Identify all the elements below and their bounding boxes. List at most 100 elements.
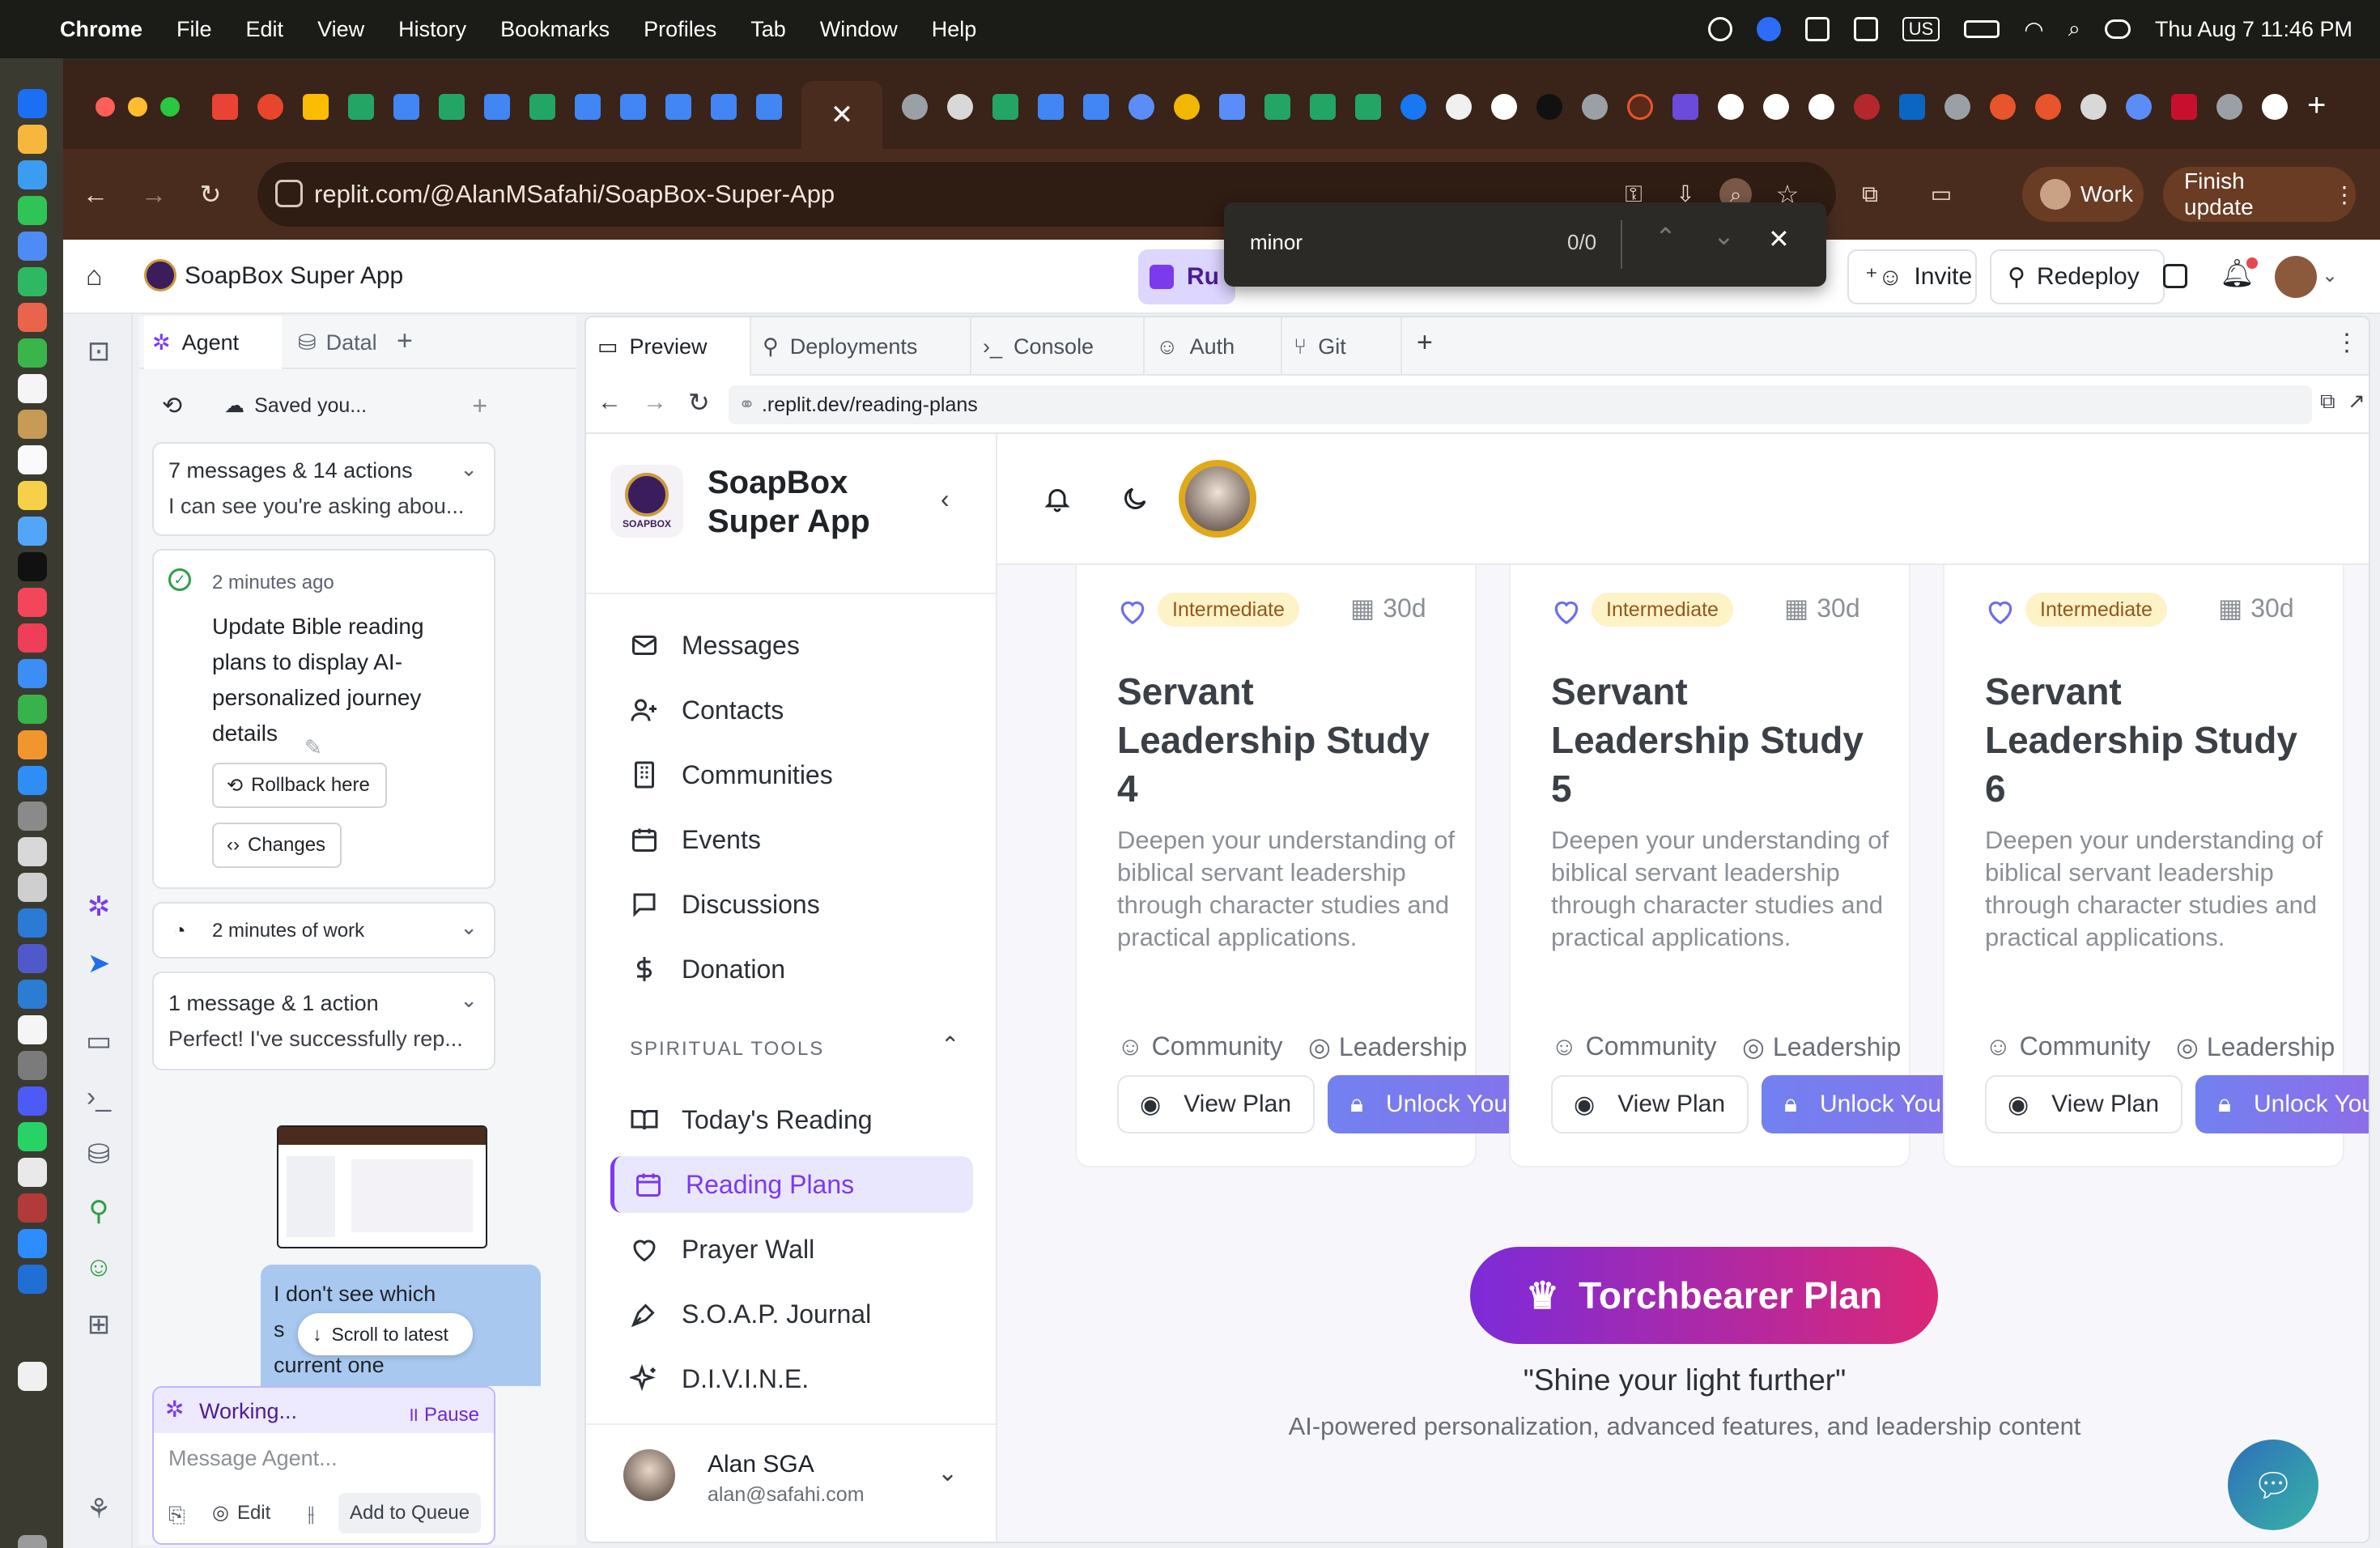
add-pane-tab-icon[interactable]: +	[1417, 327, 1433, 359]
all-tools-icon[interactable]: ⊞	[83, 1308, 115, 1341]
docs-tab-icon-7[interactable]	[756, 94, 782, 120]
status-icon-dollar[interactable]	[1707, 17, 1732, 41]
new-tab-icon[interactable]: +	[2307, 87, 2326, 124]
docs-tab-icon-6[interactable]	[711, 94, 737, 120]
tab-icon-globe-2[interactable]	[1582, 94, 1608, 120]
menu-help[interactable]: Help	[932, 17, 977, 42]
outlook-dock-icon[interactable]	[18, 908, 47, 938]
window-zoom-button[interactable]	[160, 97, 180, 117]
safari-icon[interactable]	[18, 160, 47, 189]
nav-reading-plans[interactable]: Reading Plans	[610, 1156, 973, 1213]
notes-icon[interactable]	[18, 481, 47, 510]
app-o-icon[interactable]	[18, 1265, 47, 1294]
menu-app-chrome[interactable]: Chrome	[60, 17, 142, 42]
sheets-tab-icon-7[interactable]	[1355, 94, 1381, 120]
redeploy-button[interactable]: ⚲ Redeploy	[1990, 249, 2165, 304]
app-store-icon[interactable]	[18, 766, 47, 795]
message-agent-input[interactable]: Message Agent...	[168, 1446, 338, 1471]
control-center-icon[interactable]	[2104, 19, 2131, 39]
database-tool-icon[interactable]: ⛁	[83, 1138, 115, 1171]
site-info-icon[interactable]	[275, 180, 303, 207]
hubspot-tab-icon[interactable]	[1990, 94, 2016, 120]
nav-communities[interactable]: Communities	[610, 746, 973, 803]
preview-icon[interactable]	[18, 1015, 47, 1044]
tab-auth[interactable]: ☺ Auth	[1145, 317, 1282, 376]
add-tab-icon[interactable]: +	[397, 325, 413, 357]
find-next-icon[interactable]: ⌄	[1713, 220, 1735, 251]
docs-tab-icon-3[interactable]	[575, 94, 601, 120]
outlook-icon[interactable]	[1804, 17, 1830, 41]
menu-history[interactable]: History	[398, 17, 466, 42]
user-menu-chevron-icon[interactable]: ⌄	[937, 1459, 958, 1487]
drive-tab-icon[interactable]	[303, 94, 329, 120]
find-close-icon[interactable]: ✕	[1768, 223, 1790, 254]
preview-back-icon[interactable]: ←	[597, 389, 622, 416]
zoom-dock-icon[interactable]	[18, 1229, 47, 1258]
menu-edit[interactable]: Edit	[246, 17, 284, 42]
menu-tab[interactable]: Tab	[750, 17, 786, 42]
chat-support-button[interactable]: 💬︎	[2228, 1440, 2318, 1530]
wifi-icon[interactable]: ◠	[2024, 16, 2043, 43]
nav-todays-reading[interactable]: Today's Reading	[610, 1091, 973, 1148]
keynote-icon[interactable]	[18, 659, 47, 688]
project-name[interactable]: SoapBox Super App	[185, 262, 403, 290]
forward-icon[interactable]: →	[138, 178, 170, 211]
pause-button[interactable]: ॥ Pause	[407, 1401, 479, 1427]
contacts-icon[interactable]	[18, 410, 47, 439]
chrome-dock-icon[interactable]	[18, 1158, 47, 1187]
docs-tab-icon[interactable]	[393, 94, 419, 120]
user-avatar[interactable]	[2275, 256, 2317, 298]
window-close-button[interactable]	[96, 97, 115, 117]
maps-icon[interactable]	[18, 267, 47, 296]
run-button[interactable]: Ru	[1138, 249, 1235, 304]
sheets-tab-icon-6[interactable]	[1310, 94, 1336, 120]
whatsapp-icon[interactable]	[18, 1122, 47, 1151]
tab-close-icon[interactable]: ✕	[831, 100, 854, 130]
console-tool-icon[interactable]: ›_	[83, 1082, 115, 1114]
google-tab-icon-4[interactable]	[1808, 94, 1834, 120]
message-summary-card-2[interactable]: 1 message & 1 action ⌄ Perfect! I've suc…	[152, 972, 495, 1070]
linkedin-tab-icon[interactable]	[1899, 94, 1925, 120]
clock-datetime[interactable]: Thu Aug 7 11:46 PM	[2155, 17, 2352, 42]
tab-icon-globe[interactable]	[902, 94, 928, 120]
google-tab-icon-2[interactable]	[1718, 94, 1744, 120]
pages-icon[interactable]	[18, 730, 47, 759]
profile-avatar-ring[interactable]	[1179, 460, 1256, 538]
assistant-tool-icon[interactable]: ➤	[83, 947, 115, 980]
calendar-icon[interactable]	[18, 374, 47, 403]
news-icon[interactable]	[18, 623, 47, 653]
tv-icon[interactable]	[18, 552, 47, 581]
sheets-tab-icon-5[interactable]	[1264, 94, 1290, 120]
freeform-icon[interactable]	[18, 517, 47, 546]
tab-agent[interactable]: ✲ Agent	[144, 316, 282, 369]
devices-icon[interactable]: ⧉	[2320, 389, 2335, 415]
messages-icon[interactable]	[18, 196, 47, 225]
unlock-calling-button[interactable]: 🔒︎ Unlock Your Calling	[2195, 1075, 2369, 1133]
edit-button[interactable]: ◎ Edit	[212, 1501, 270, 1525]
tab-icon-blue-2[interactable]	[2126, 94, 2152, 120]
favorite-heart-icon[interactable]	[1117, 596, 1148, 627]
history-icon[interactable]: ⟲	[162, 392, 182, 420]
system-settings-icon[interactable]	[18, 802, 47, 831]
mail-icon[interactable]	[18, 232, 47, 261]
gemini-tab-icon[interactable]	[1219, 94, 1245, 120]
google-tab-icon-3[interactable]	[1763, 94, 1789, 120]
find-previous-icon[interactable]: ⌃	[1655, 222, 1677, 253]
favorite-heart-icon[interactable]	[1985, 596, 2016, 627]
teams-icon[interactable]	[1853, 17, 1878, 41]
open-new-tab-icon[interactable]: ↗	[2348, 389, 2365, 414]
battery-icon[interactable]	[1964, 20, 2000, 38]
docs-tab-icon-8[interactable]	[1038, 94, 1064, 120]
preview-tool-icon[interactable]: ▭	[83, 1025, 115, 1057]
teams-dock-icon[interactable]	[18, 944, 47, 973]
bell-icon[interactable]	[1043, 484, 1072, 513]
music-icon[interactable]	[18, 588, 47, 617]
utility-2-icon[interactable]	[18, 873, 47, 902]
x-tab-icon[interactable]	[1536, 94, 1562, 120]
tab-icon-purple[interactable]	[1672, 94, 1698, 120]
finder-icon[interactable]	[18, 89, 47, 118]
message-summary-card[interactable]: 7 messages & 14 actions ⌄ I can see you'…	[152, 442, 495, 536]
edit-pencil-icon[interactable]: ✎	[304, 735, 322, 760]
screenshot-thumbnail[interactable]	[277, 1125, 487, 1248]
gmail-tab-icon[interactable]	[212, 94, 238, 120]
